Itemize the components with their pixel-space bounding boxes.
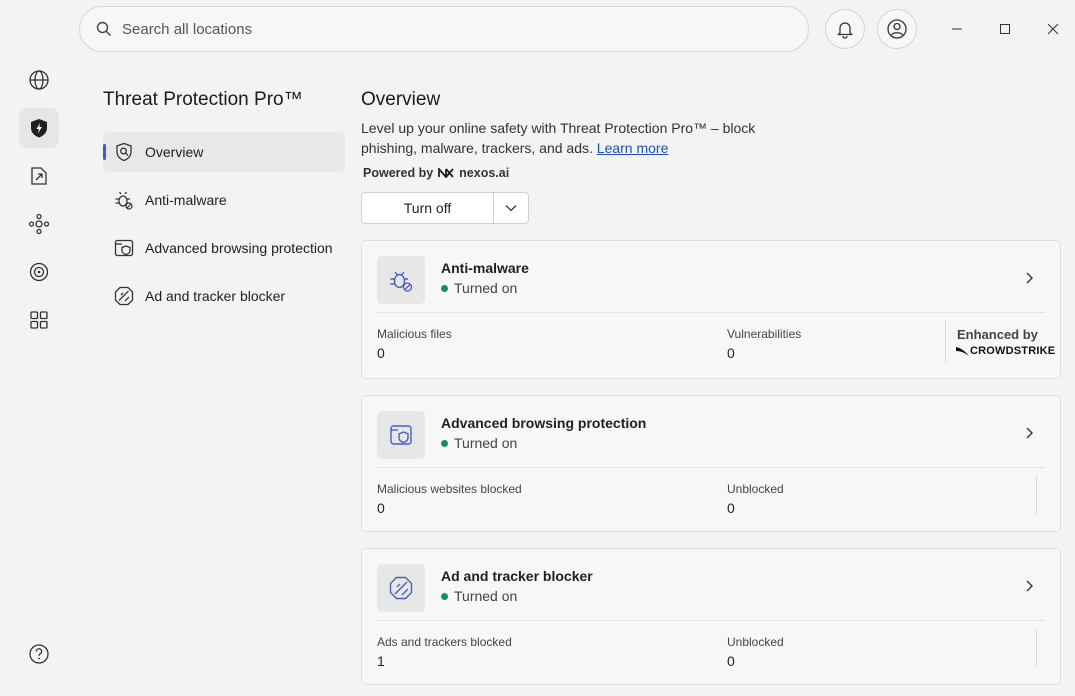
bug-icon — [113, 189, 135, 211]
user-circle-icon — [886, 18, 908, 40]
bell-icon — [835, 19, 855, 39]
stat-value: 0 — [377, 345, 385, 361]
search-bar[interactable]: Search all locations — [79, 6, 809, 52]
apps-grid-icon — [28, 309, 50, 331]
nav-item-label: Anti-malware — [145, 192, 227, 208]
page-description: Level up your online safety with Threat … — [361, 118, 781, 158]
powered-by-label: Powered by — [363, 166, 434, 180]
nav-item-label: Ad and tracker blocker — [145, 288, 286, 304]
ad-tracker-blocker-card[interactable]: Ad and tracker blocker Turned on Ads and… — [361, 548, 1061, 685]
search-input[interactable]: Search all locations — [122, 21, 252, 38]
chevron-right-icon — [1023, 271, 1035, 285]
stat-value: 0 — [727, 653, 735, 669]
status-badge: Turned on — [441, 588, 517, 604]
enhanced-by-label: Enhanced by — [957, 327, 1038, 342]
divider — [1036, 629, 1037, 667]
status-dot-icon — [441, 439, 448, 447]
rail-file-share[interactable] — [19, 156, 59, 196]
status-text: Turned on — [454, 435, 518, 451]
target-icon — [28, 261, 50, 283]
shield-bolt-icon — [28, 117, 50, 139]
page-title: Overview — [361, 89, 441, 110]
crowdstrike-falcon-icon — [956, 345, 970, 357]
search-shield-icon — [113, 141, 135, 163]
ad-block-icon — [113, 285, 135, 307]
chevron-down-icon — [504, 201, 518, 215]
advanced-browsing-card[interactable]: Advanced browsing protection Turned on M… — [361, 395, 1061, 532]
partner-name: CROWDSTRIKE — [970, 345, 1056, 357]
nav-item-ad-tracker-blocker[interactable]: Ad and tracker blocker — [103, 276, 345, 316]
stat-label: Ads and trackers blocked — [377, 635, 512, 649]
search-icon — [96, 21, 112, 37]
turn-off-options-button[interactable] — [494, 193, 528, 223]
card-icon-tile — [377, 411, 425, 459]
section-title: Threat Protection Pro™ — [103, 89, 303, 110]
turn-off-button[interactable]: Turn off — [362, 193, 494, 223]
stat-label: Malicious files — [377, 327, 452, 341]
nav-item-label: Advanced browsing protection — [145, 240, 333, 256]
rail-apps[interactable] — [19, 300, 59, 340]
powered-by: Powered by nexos.ai — [363, 166, 509, 180]
minimize-icon — [951, 23, 963, 35]
nexos-logo-icon — [438, 168, 454, 178]
status-badge: Turned on — [441, 435, 517, 451]
close-button[interactable] — [1038, 14, 1068, 44]
stat-label: Malicious websites blocked — [377, 482, 522, 496]
help-button[interactable] — [19, 634, 59, 674]
stat-label: Unblocked — [727, 635, 784, 649]
notifications-button[interactable] — [825, 9, 865, 49]
rail-globe[interactable] — [19, 60, 59, 100]
powered-by-brand: nexos.ai — [459, 166, 510, 180]
card-header: Anti-malware Turned on — [377, 241, 1045, 313]
stat-value: 0 — [377, 500, 385, 516]
chevron-right-icon — [1023, 579, 1035, 593]
chevron-right-icon — [1023, 426, 1035, 440]
ad-block-icon — [387, 574, 415, 602]
browser-shield-icon — [387, 421, 415, 449]
card-title: Advanced browsing protection — [441, 415, 647, 431]
stat-value: 0 — [727, 500, 735, 516]
minimize-button[interactable] — [942, 14, 972, 44]
nav-item-advanced-browsing[interactable]: Advanced browsing protection — [103, 228, 345, 268]
anti-malware-card[interactable]: Anti-malware Turned on Malicious files 0… — [361, 240, 1061, 379]
close-icon — [1047, 23, 1059, 35]
maximize-icon — [999, 23, 1011, 35]
rail-dark-web-monitor[interactable] — [19, 252, 59, 292]
nav-item-label: Overview — [145, 144, 204, 160]
status-text: Turned on — [454, 280, 518, 296]
card-icon-tile — [377, 564, 425, 612]
learn-more-link[interactable]: Learn more — [597, 140, 669, 156]
crowdstrike-logo: CROWDSTRIKE — [956, 345, 1055, 357]
active-indicator — [103, 144, 106, 160]
description-text: Level up your online safety with Threat … — [361, 120, 756, 156]
file-share-icon — [28, 165, 50, 187]
browser-shield-icon — [113, 237, 135, 259]
status-badge: Turned on — [441, 280, 517, 296]
card-title: Anti-malware — [441, 260, 529, 276]
nav-item-overview[interactable]: Overview — [103, 132, 345, 172]
rail-meshnet[interactable] — [19, 204, 59, 244]
maximize-button[interactable] — [990, 14, 1020, 44]
status-dot-icon — [441, 592, 448, 600]
card-header: Ad and tracker blocker Turned on — [377, 549, 1045, 621]
status-dot-icon — [441, 284, 448, 292]
nav-item-anti-malware[interactable]: Anti-malware — [103, 180, 345, 220]
rail-threat-protection[interactable] — [19, 108, 59, 148]
globe-icon — [28, 69, 50, 91]
card-title: Ad and tracker blocker — [441, 568, 593, 584]
bug-icon — [387, 266, 415, 294]
stat-label: Unblocked — [727, 482, 784, 496]
account-button[interactable] — [877, 9, 917, 49]
help-icon — [28, 643, 50, 665]
stat-value: 0 — [727, 345, 735, 361]
card-icon-tile — [377, 256, 425, 304]
stat-label: Vulnerabilities — [727, 327, 802, 341]
card-header: Advanced browsing protection Turned on — [377, 396, 1045, 468]
divider — [1036, 476, 1037, 514]
turn-off-split-button: Turn off — [361, 192, 529, 224]
meshnet-icon — [28, 213, 50, 235]
stat-value: 1 — [377, 653, 385, 669]
divider — [945, 321, 946, 363]
status-text: Turned on — [454, 588, 518, 604]
